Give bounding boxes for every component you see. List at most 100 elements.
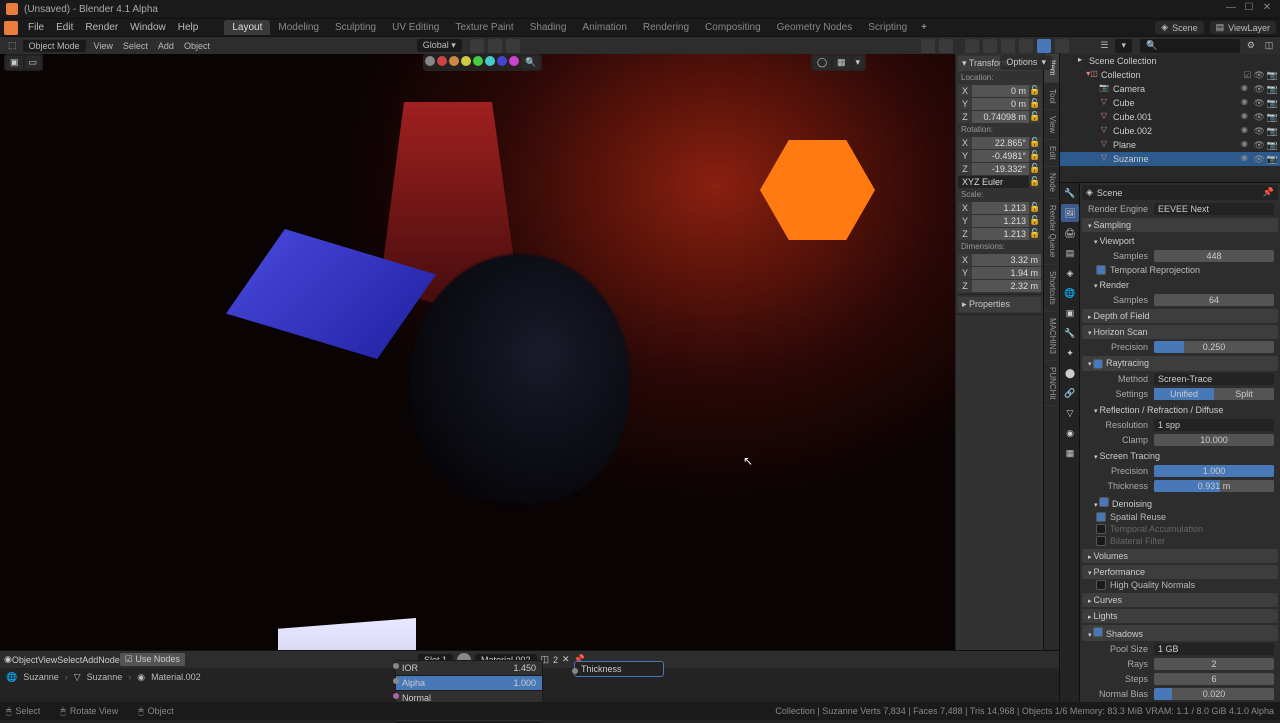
socket-icon[interactable] [393,663,399,669]
render-icon[interactable]: 📷 [1267,112,1278,123]
render-icon[interactable]: 📷 [1267,140,1278,151]
pin-icon[interactable]: 📌 [1263,187,1274,198]
add-workspace-button[interactable]: + [915,22,933,33]
outliner-display-mode[interactable]: ▾ [1115,39,1132,53]
render-samples-field[interactable]: 64 [1154,294,1274,306]
scale-z[interactable]: 1.213 [972,228,1029,240]
dimension-y[interactable]: 1.94 m [972,267,1041,279]
editor-type-icon[interactable]: ⬚ [4,39,21,52]
view-camera-icon[interactable]: ◯ [813,56,831,69]
scale-x[interactable]: 1.213 [972,202,1029,214]
socket-icon[interactable] [393,678,399,684]
view-filter-icon[interactable]: ▾ [852,56,865,69]
outliner-new-collection-icon[interactable]: ◫ [1262,39,1276,53]
lock-icon[interactable]: 🔓 [1029,163,1041,175]
workspace-tab-compositing[interactable]: Compositing [697,20,769,35]
ptab-physics-icon[interactable]: ⬤ [1061,364,1079,382]
eye-icon[interactable]: 👁 [1253,84,1264,95]
ptab-object-icon[interactable]: ▣ [1061,304,1079,322]
shader-menu-view[interactable]: View [38,655,57,665]
exclude-icon[interactable]: ☑ [1243,70,1251,81]
shader-mode[interactable]: Object [12,655,38,665]
window-minimize-button[interactable]: — [1224,2,1238,16]
menu-help[interactable]: Help [172,22,205,33]
material-icon[interactable]: ◉ [1238,153,1250,165]
window-maximize-button[interactable]: ☐ [1242,2,1256,16]
st-precision-field[interactable]: 1.000 [1154,465,1274,477]
lights-panel[interactable]: Lights [1082,609,1278,623]
sidebar-tab-node[interactable]: Node [1044,167,1059,199]
render-icon[interactable]: 📷 [1267,154,1278,165]
shading-wireframe-icon[interactable] [983,39,997,53]
volumes-panel[interactable]: Volumes [1082,549,1278,563]
outliner-item-suzanne[interactable]: ▽Suzanne◉👁📷 [1060,152,1280,166]
rt-method-dropdown[interactable]: Screen-Trace [1154,373,1274,385]
menu-window[interactable]: Window [124,22,172,33]
collection-color-orange[interactable] [449,56,459,66]
ptab-constraint-icon[interactable]: 🔗 [1061,384,1079,402]
dof-panel[interactable]: Depth of Field [1082,309,1278,323]
outliner-item-plane[interactable]: ▽Plane◉👁📷 [1060,138,1280,152]
proportional-edit-icon[interactable] [506,39,520,53]
collection-color-blue[interactable] [497,56,507,66]
shader-node-output[interactable]: Thickness [574,661,664,677]
sidebar-tab-render-queue[interactable]: Render Queue [1044,199,1059,264]
bilateral-filter-checkbox[interactable] [1096,536,1106,546]
horizon-precision-field[interactable]: 0.250 [1154,341,1274,353]
shadow-pool-dropdown[interactable]: 1 GB [1154,643,1274,655]
location-x[interactable]: 0 m [972,85,1029,97]
sampling-panel[interactable]: Sampling [1082,218,1278,232]
sidebar-tab-view[interactable]: View [1044,110,1059,140]
xray-toggle-icon[interactable] [965,39,979,53]
outliner-item-camera[interactable]: 📷Camera◉👁📷 [1060,82,1280,96]
properties-breadcrumb[interactable]: ◈Scene📌 [1082,185,1278,200]
use-nodes-toggle[interactable]: ☑ Use Nodes [120,653,185,666]
rotation-z[interactable]: -19.332° [972,163,1029,175]
outliner-item-cube-001[interactable]: ▽Cube.001◉👁📷 [1060,110,1280,124]
rt-resolution-dropdown[interactable]: 1 spp [1154,419,1274,431]
material-icon[interactable]: ◉ [1238,125,1250,137]
breadcrumb-object[interactable]: Suzanne [23,672,59,682]
horizon-scan-panel[interactable]: Horizon Scan [1082,325,1278,339]
shadow-normal-bias-field[interactable]: 0.020 [1154,688,1274,700]
ptab-modifier-icon[interactable]: 🔧 [1061,324,1079,342]
ptab-particle-icon[interactable]: ✦ [1061,344,1079,362]
ptab-viewlayer-icon[interactable]: ▤ [1061,244,1079,262]
outliner[interactable]: ▸Scene Collection ▾◫Collection☑👁📷 📷Camer… [1059,54,1280,182]
shader-menu-select[interactable]: Select [57,655,82,665]
render-sampling-sub[interactable]: Render [1082,278,1278,292]
socket-icon[interactable] [572,668,578,674]
lock-icon[interactable]: 🔓 [1029,137,1041,149]
outliner-item-cube-002[interactable]: ▽Cube.002◉👁📷 [1060,124,1280,138]
outliner-editor-icon[interactable]: ☰ [1097,39,1111,53]
workspace-tab-geometry-nodes[interactable]: Geometry Nodes [769,20,861,35]
material-icon[interactable]: ◉ [1238,83,1250,95]
transform-orientation[interactable]: Global ▾ [417,39,462,52]
shader-menu-node[interactable]: Node [98,655,120,665]
blender-icon[interactable] [4,21,18,35]
collection-color-green[interactable] [473,56,483,66]
sidebar-tab-tool[interactable]: Tool [1044,83,1059,111]
viewport-search-icon[interactable]: 🔍 [521,56,540,69]
render-icon[interactable]: 📷 [1267,126,1278,137]
viewport-samples-field[interactable]: 448 [1154,250,1274,262]
workspace-tab-scripting[interactable]: Scripting [860,20,915,35]
eye-icon[interactable]: 👁 [1253,140,1264,151]
shading-solid-icon[interactable] [1001,39,1015,53]
rotation-mode[interactable]: XYZ Euler [958,176,1029,188]
collection-color-red[interactable] [437,56,447,66]
material-icon[interactable]: ◉ [1238,111,1250,123]
workspace-tab-layout[interactable]: Layout [224,20,270,35]
pivot-icon[interactable] [470,39,484,53]
overlay-toggle-icon[interactable] [939,39,953,53]
temporal-accum-checkbox[interactable] [1096,524,1106,534]
sidebar-tab-machin3[interactable]: MACHIN3 [1044,312,1059,361]
denoising-sub[interactable]: Denoising [1082,495,1278,511]
sidebar-tab-punchit[interactable]: PUNCHit [1044,361,1059,406]
shading-rendered-icon[interactable] [1037,39,1051,53]
eye-icon[interactable]: 👁 [1253,126,1264,137]
ptab-scene-icon[interactable]: ◈ [1061,264,1079,282]
scene-selector[interactable]: ◈Scene [1155,21,1203,34]
menu-edit[interactable]: Edit [50,22,79,33]
render-icon[interactable]: 📷 [1267,70,1278,81]
